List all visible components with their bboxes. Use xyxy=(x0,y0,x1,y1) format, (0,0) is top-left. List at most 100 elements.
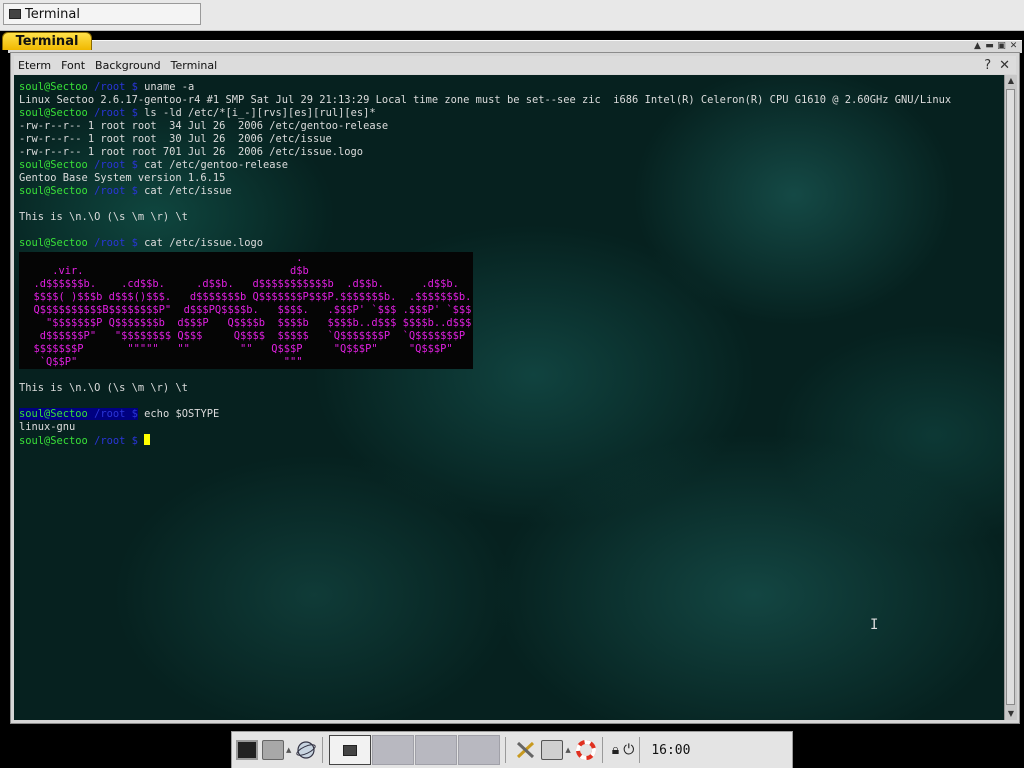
prompt-path: /root xyxy=(94,159,126,171)
prompt-user: soul@Sectoo xyxy=(19,435,88,447)
shade-icon[interactable]: ▲ xyxy=(973,41,982,51)
terminal-output-line: -rw-r--r-- 1 root root 30 Jul 26 2006 /e… xyxy=(19,133,332,145)
folder-icon xyxy=(262,740,284,760)
launcher-file-manager[interactable]: ▲ xyxy=(262,736,291,764)
prompt-path: /root xyxy=(94,237,126,249)
terminal-prompt-line: soul@Sectoo /root $ echo $OSTYPE xyxy=(19,408,999,421)
terminal-output-line: Linux Sectoo 2.6.17-gentoo-r4 #1 SMP Sat… xyxy=(19,94,952,106)
prompt-path: /root xyxy=(94,408,126,420)
terminal-prompt-line: soul@Sectoo /root $ cat /etc/gentoo-rele… xyxy=(19,159,999,172)
prompt-user: soul@Sectoo xyxy=(19,81,88,93)
prompt-symbol: $ xyxy=(131,159,138,171)
prompt-symbol: $ xyxy=(131,107,138,119)
scroll-down-arrow-icon[interactable]: ▼ xyxy=(1006,709,1016,719)
window-controls: ▲ ▬ ▣ ✕ xyxy=(973,41,1018,51)
prompt-symbol: $ xyxy=(131,408,138,420)
panel-separator xyxy=(601,737,603,763)
terminal-output-line: Gentoo Base System version 1.6.15 xyxy=(19,172,226,184)
lock-button[interactable]: 🔒︎ xyxy=(612,736,619,764)
text-cursor xyxy=(144,434,151,445)
launcher-help[interactable] xyxy=(575,736,597,764)
terminal-prompt-line: soul@Sectoo /root $ cat /etc/issue.logo xyxy=(19,237,999,250)
terminal-output-line: -rw-r--r-- 1 root root 34 Jul 26 2006 /e… xyxy=(19,120,389,132)
desktop-2[interactable] xyxy=(372,735,415,765)
terminal-output-line: This is \n.\O (\s \m \r) \t xyxy=(19,382,188,394)
desktop-1[interactable] xyxy=(329,735,372,765)
terminal-window: Eterm Font Background Terminal ? ✕ soul@… xyxy=(10,52,1020,724)
prompt-path: /root xyxy=(94,435,126,447)
clock[interactable]: 16:00 xyxy=(651,743,690,758)
prompt-user: soul@Sectoo xyxy=(19,408,88,420)
prompt-path: /root xyxy=(94,185,126,197)
panel-separator xyxy=(505,737,507,763)
prompt-highlight: soul@Sectoo /root $ xyxy=(19,408,138,420)
terminal-prompt-line: soul@Sectoo /root $ uname -a xyxy=(19,81,999,94)
lifebuoy-icon xyxy=(575,740,596,760)
scrollbar-thumb[interactable] xyxy=(1006,89,1015,705)
printer-icon xyxy=(541,740,564,760)
terminal-prompt-line: soul@Sectoo /root $ ls -ld /etc/*[i_-][r… xyxy=(19,107,999,120)
prompt-symbol: $ xyxy=(131,237,138,249)
prompt-command: cat /etc/issue xyxy=(144,185,232,197)
prompt-path: /root xyxy=(94,81,126,93)
text-cursor-icon: I xyxy=(870,617,879,633)
launcher-browser[interactable] xyxy=(295,736,317,764)
help-icon[interactable]: ? xyxy=(984,58,991,73)
chevron-up-icon[interactable]: ▲ xyxy=(286,746,291,754)
scroll-up-arrow-icon[interactable]: ▲ xyxy=(1006,76,1016,86)
taskbar-item-terminal[interactable]: Terminal xyxy=(3,3,201,25)
close-icon[interactable]: ✕ xyxy=(999,58,1010,73)
launcher-printer[interactable]: ▲ xyxy=(541,736,571,764)
prompt-symbol: $ xyxy=(131,81,138,93)
prompt-command: cat /etc/gentoo-release xyxy=(144,159,289,171)
prompt-user: soul@Sectoo xyxy=(19,237,88,249)
menu-terminal[interactable]: Terminal xyxy=(167,59,222,72)
panel-separator xyxy=(322,737,324,763)
panel-separator xyxy=(639,737,641,763)
close-icon[interactable]: ✕ xyxy=(1009,41,1018,51)
terminal-prompt-line: soul@Sectoo /root $ xyxy=(19,434,999,447)
prompt-user: soul@Sectoo xyxy=(19,159,88,171)
menu-eterm[interactable]: Eterm xyxy=(14,59,55,72)
menu-bar: Eterm Font Background Terminal ? ✕ xyxy=(14,56,1016,74)
power-icon: ⏻ xyxy=(623,742,635,758)
terminal-icon xyxy=(9,9,21,19)
power-button[interactable]: ⏻ xyxy=(623,736,634,764)
globe-icon xyxy=(296,741,317,759)
issue-logo-ascii-art: . .vir. d$b .d$$$$$$b. .cd$$b. .d$$b. d$… xyxy=(19,252,474,369)
tools-icon xyxy=(517,741,535,759)
desktop-3[interactable] xyxy=(415,735,458,765)
menu-font[interactable]: Font xyxy=(57,59,89,72)
prompt-symbol: $ xyxy=(131,185,138,197)
prompt-user: soul@Sectoo xyxy=(19,107,88,119)
terminal-icon xyxy=(343,744,358,756)
terminal-output[interactable]: soul@Sectoo /root $ uname -a Linux Sectoo… xyxy=(14,75,1004,720)
prompt-command: ls -ld /etc/*[i_-][rvs][es][rul][es]* xyxy=(144,107,376,119)
prompt-command: uname -a xyxy=(144,81,195,93)
terminal-icon xyxy=(236,740,258,760)
desktop-4[interactable] xyxy=(458,735,501,765)
top-taskbar: Terminal xyxy=(0,0,1024,31)
terminal-output-line: -rw-r--r-- 1 root root 701 Jul 26 2006 /… xyxy=(19,146,364,158)
prompt-symbol: $ xyxy=(131,435,138,447)
chevron-up-icon[interactable]: ▲ xyxy=(565,746,570,754)
launcher-terminal[interactable] xyxy=(236,736,258,764)
terminal-output-line: linux-gnu xyxy=(19,421,76,433)
menu-background[interactable]: Background xyxy=(91,59,165,72)
terminal-output-line: This is \n.\O (\s \m \r) \t xyxy=(19,211,188,223)
lock-icon: 🔒︎ xyxy=(611,742,620,758)
bottom-panel: ▲ ▲ 🔒︎ ⏻ 16:00 xyxy=(231,731,793,768)
prompt-command: echo $OSTYPE xyxy=(144,408,220,420)
scrollbar[interactable]: ▲ ▼ xyxy=(1004,75,1017,720)
launcher-settings[interactable] xyxy=(515,736,537,764)
minimize-icon[interactable]: ▬ xyxy=(985,41,994,51)
prompt-command: cat /etc/issue.logo xyxy=(144,237,264,249)
taskbar-item-label: Terminal xyxy=(25,6,80,22)
maximize-icon[interactable]: ▣ xyxy=(997,41,1006,51)
window-title-tab[interactable]: Terminal xyxy=(2,32,92,50)
terminal-prompt-line: soul@Sectoo /root $ cat /etc/issue xyxy=(19,185,999,198)
prompt-user: soul@Sectoo xyxy=(19,185,88,197)
